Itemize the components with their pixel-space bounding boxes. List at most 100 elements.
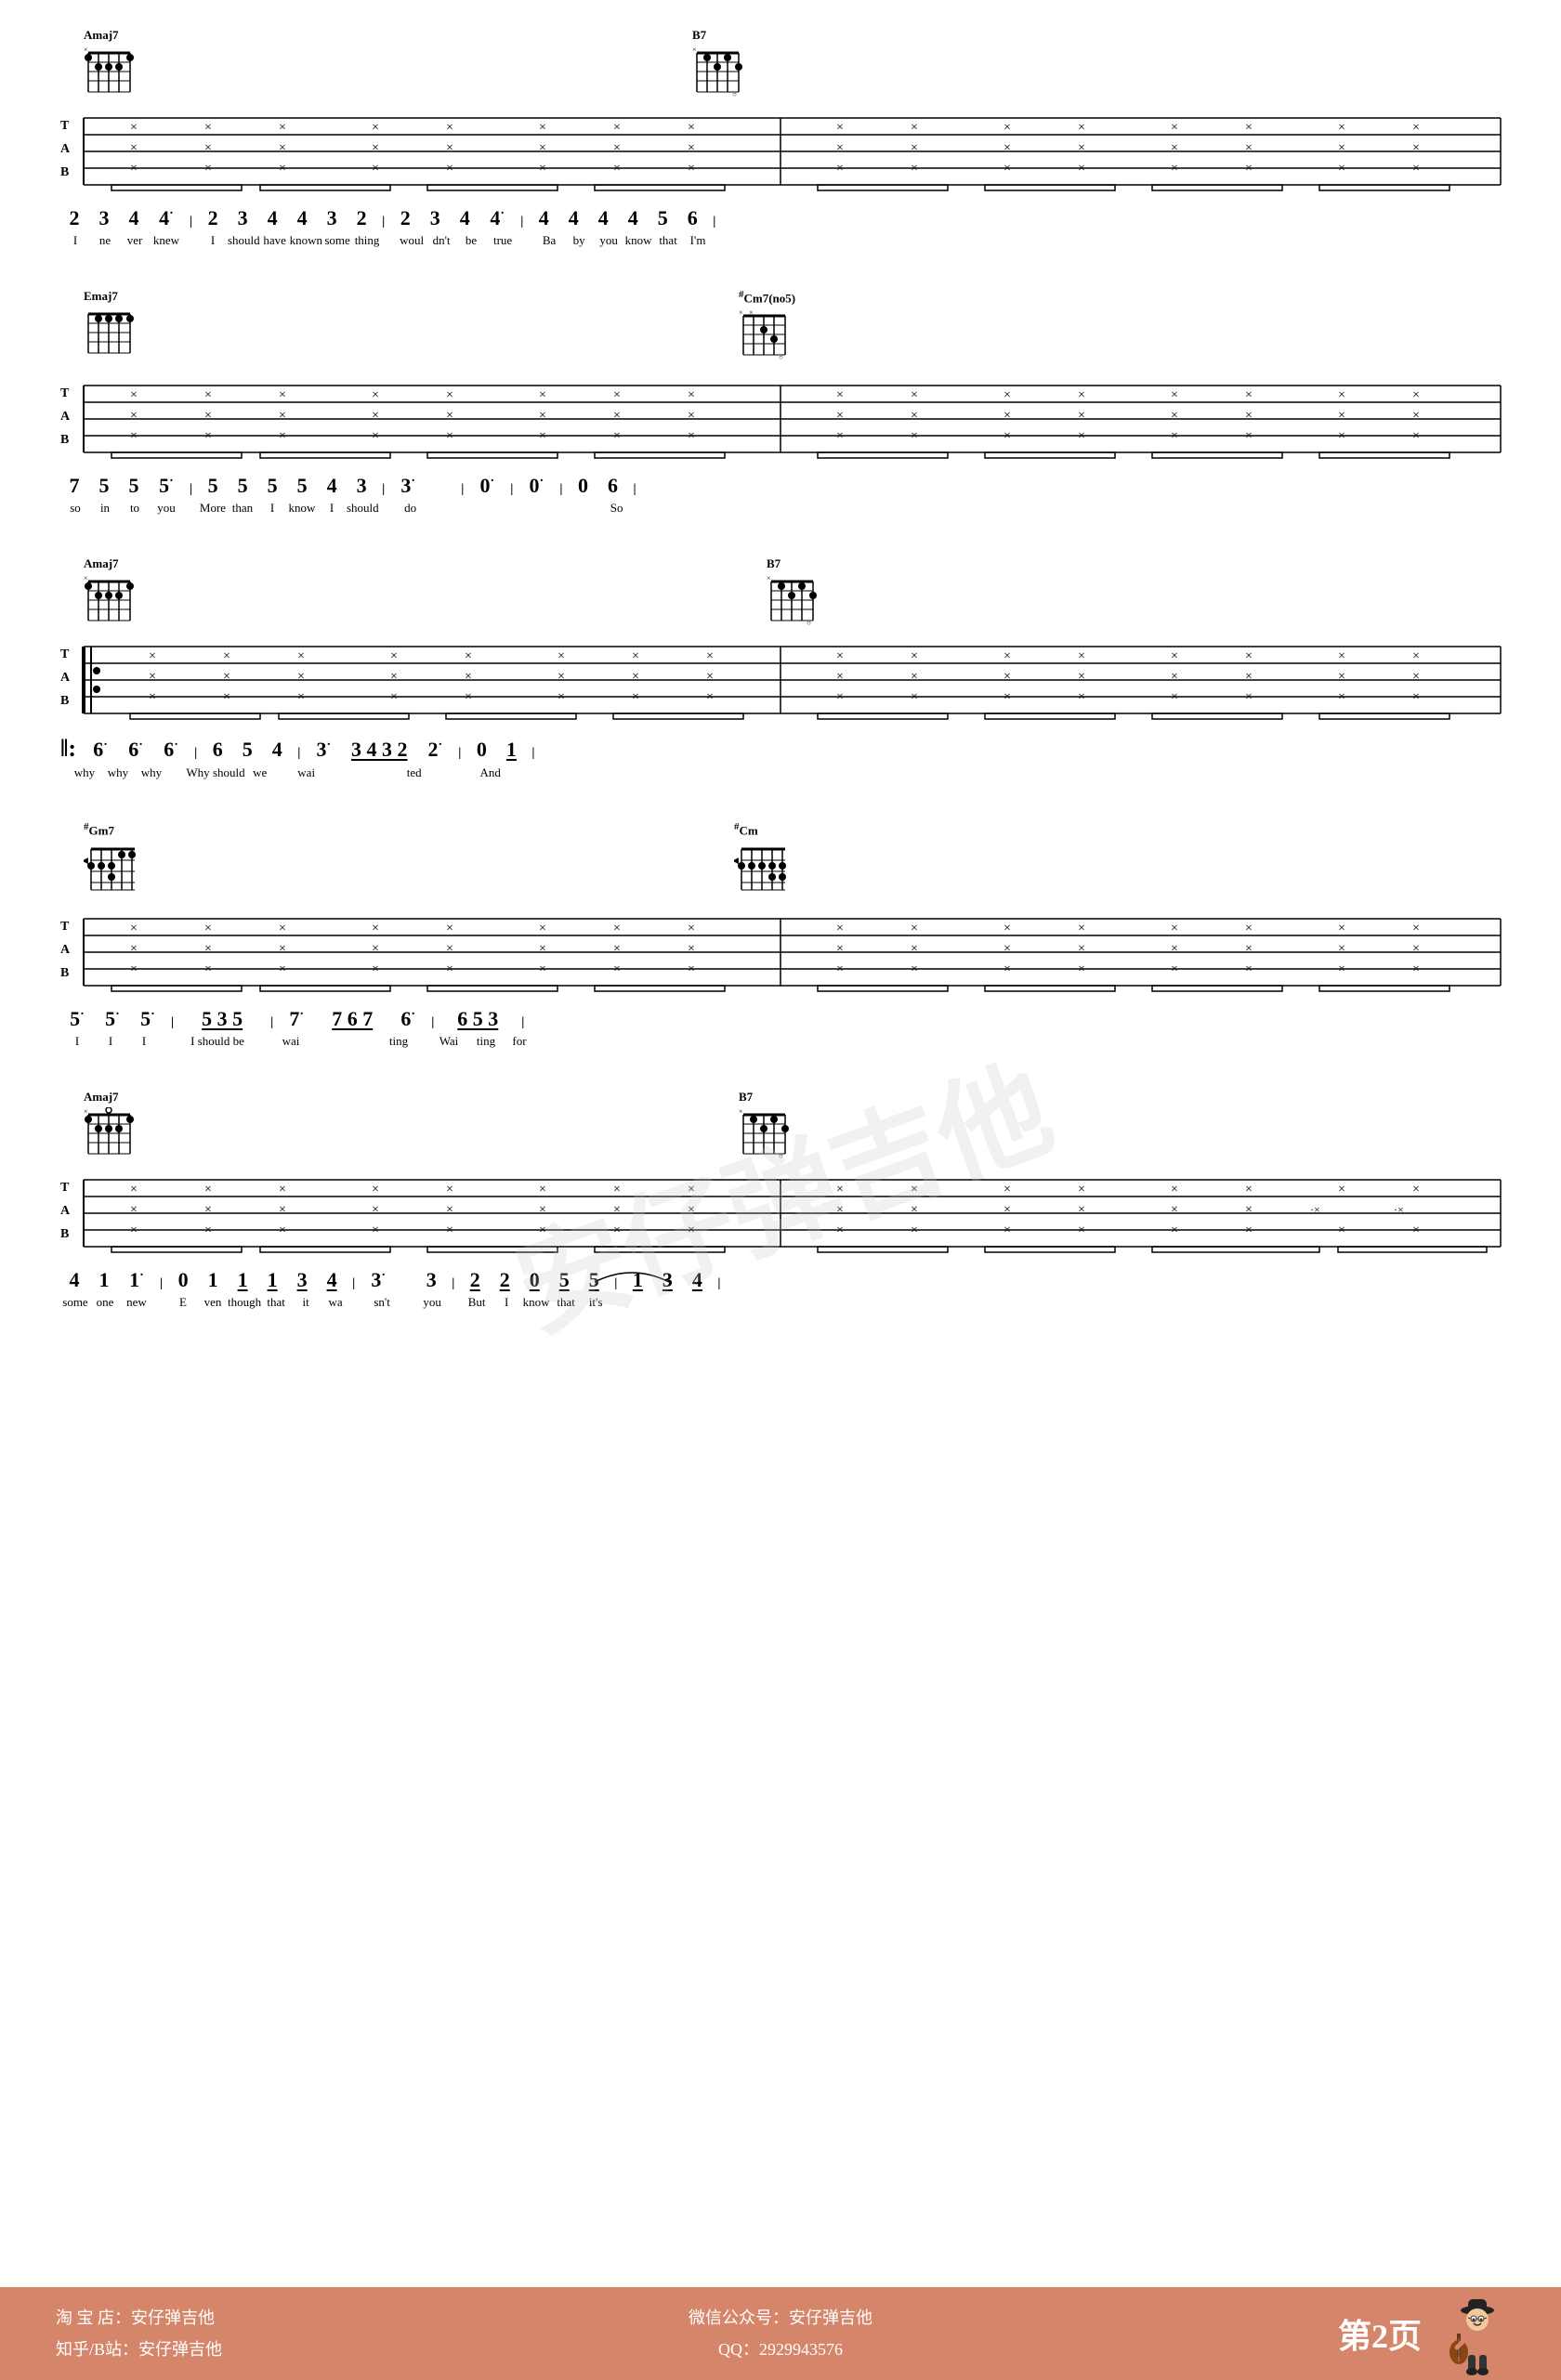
footer: 淘 宝 店：安仔弹吉他 知乎/B站：安仔弹吉他 微信公众号：安仔弹吉他 QQ：2…	[0, 2287, 1561, 2380]
svg-text:×: ×	[1171, 1223, 1178, 1237]
svg-text:×: ×	[911, 1223, 918, 1237]
svg-text:×: ×	[1245, 962, 1253, 976]
mascot-icon	[1440, 2292, 1505, 2375]
svg-text:×: ×	[688, 162, 695, 176]
note-0b: 0	[467, 738, 495, 762]
svg-text:×: ×	[1412, 962, 1420, 976]
svg-text:×: ×	[279, 429, 286, 443]
svg-text:×: ×	[836, 922, 844, 935]
svg-text:×: ×	[688, 1203, 695, 1217]
svg-text:×: ×	[688, 962, 695, 976]
svg-text:×: ×	[558, 649, 565, 663]
svg-text:B: B	[60, 1227, 69, 1241]
svg-text:×: ×	[613, 121, 621, 135]
svg-text:×: ×	[372, 922, 379, 935]
note-1-sec5-c: 1	[229, 1268, 256, 1292]
svg-text:×: ×	[1004, 962, 1011, 976]
svg-text:×: ×	[1245, 162, 1253, 176]
svg-text:×: ×	[1412, 1183, 1420, 1197]
svg-text:×: ×	[1338, 942, 1345, 956]
svg-text:×: ×	[1004, 942, 1011, 956]
note-4e-dot: 4·	[480, 206, 514, 230]
svg-text:×: ×	[130, 388, 138, 402]
svg-text:×: ×	[1338, 429, 1345, 443]
svg-text:×: ×	[279, 1203, 286, 1217]
svg-text:×: ×	[539, 1223, 546, 1237]
note-6a: 6	[678, 206, 706, 230]
svg-text:×: ×	[297, 670, 305, 684]
svg-text:×: ×	[130, 429, 138, 443]
svg-text:×: ×	[297, 649, 305, 663]
note-5-dot-a: 5·	[60, 1007, 94, 1031]
svg-text:×: ×	[632, 670, 639, 684]
svg-text:×: ×	[1171, 429, 1178, 443]
chord-cm-diagram: ◀	[734, 842, 790, 897]
svg-text:×: ×	[279, 409, 286, 423]
svg-text:×: ×	[279, 942, 286, 956]
svg-text:×: ×	[836, 429, 844, 443]
svg-text:×: ×	[204, 922, 212, 935]
note-5a: 5	[649, 206, 676, 230]
svg-text:×: ×	[1245, 1203, 1253, 1217]
svg-text:×: ×	[539, 922, 546, 935]
svg-text:×: ×	[911, 962, 918, 976]
note-2-sec5-b: 2	[491, 1268, 518, 1292]
svg-text:×: ×	[539, 942, 546, 956]
svg-text:·×: ·×	[1394, 1203, 1404, 1216]
svg-text:×: ×	[836, 141, 844, 155]
note-5-sec5-b: 5	[580, 1268, 608, 1292]
svg-text:×: ×	[688, 388, 695, 402]
section-2: Emaj7	[56, 289, 1505, 519]
svg-text:×: ×	[1004, 162, 1011, 176]
staff-1: T A B × × × × × × × × × × ×	[56, 109, 1505, 192]
svg-text:×: ×	[372, 121, 379, 135]
svg-text:×: ×	[1171, 409, 1178, 423]
svg-text:×: ×	[539, 1183, 546, 1197]
staff-5: T A B ×× ×× ×× ×× ×× ×× ×× ×× ×× ×× ×× ×…	[56, 1170, 1505, 1254]
svg-text:×: ×	[446, 1223, 453, 1237]
svg-text:×: ×	[1004, 690, 1011, 704]
note-3: 3	[90, 206, 118, 230]
svg-text:×: ×	[1078, 942, 1085, 956]
note-5-dot-b: 5·	[96, 1007, 129, 1031]
svg-text:×: ×	[613, 429, 621, 443]
note-5f: 5	[258, 474, 286, 498]
svg-text:B: B	[60, 433, 69, 447]
svg-text:×: ×	[1412, 922, 1420, 935]
note-5h: 5	[233, 738, 261, 762]
svg-text:×: ×	[446, 962, 453, 976]
svg-text:×: ×	[688, 1223, 695, 1237]
svg-text:×: ×	[279, 388, 286, 402]
svg-text:×: ×	[1078, 649, 1085, 663]
svg-text:×: ×	[446, 388, 453, 402]
svg-text:×: ×	[911, 1203, 918, 1217]
svg-text:×: ×	[1078, 121, 1085, 135]
svg-text:×: ×	[1078, 409, 1085, 423]
svg-text:×: ×	[204, 1203, 212, 1217]
note-5g: 5	[288, 474, 316, 498]
svg-text:×: ×	[558, 670, 565, 684]
svg-text:×: ×	[749, 308, 754, 317]
note-5-sec5: 5	[550, 1268, 578, 1292]
svg-text:×: ×	[1078, 922, 1085, 935]
svg-text:×: ×	[1078, 388, 1085, 402]
note-4j: 4	[318, 474, 346, 498]
svg-text:×: ×	[465, 690, 472, 704]
svg-text:×: ×	[465, 670, 472, 684]
svg-text:×: ×	[1245, 1183, 1253, 1197]
svg-text:×: ×	[204, 141, 212, 155]
chord-b7-label: B7	[692, 28, 743, 43]
svg-text:×: ×	[1338, 922, 1345, 935]
svg-text:×: ×	[1412, 649, 1420, 663]
svg-text:×: ×	[1171, 942, 1178, 956]
note-6b: 6	[598, 474, 626, 498]
note-2c: 2	[348, 206, 375, 230]
svg-text:×: ×	[836, 1183, 844, 1197]
footer-right: 第2页	[1022, 2292, 1505, 2375]
svg-text:×: ×	[279, 141, 286, 155]
svg-text:×: ×	[539, 1203, 546, 1217]
section-3: Amaj7 ×	[56, 556, 1505, 784]
svg-text:×: ×	[372, 162, 379, 176]
svg-text:×: ×	[613, 922, 621, 935]
numbered-notation-3: ‖: 6· 6· 6· | 6 5 4 | 3· 3 4 3 2 2· | 0	[56, 726, 1505, 765]
